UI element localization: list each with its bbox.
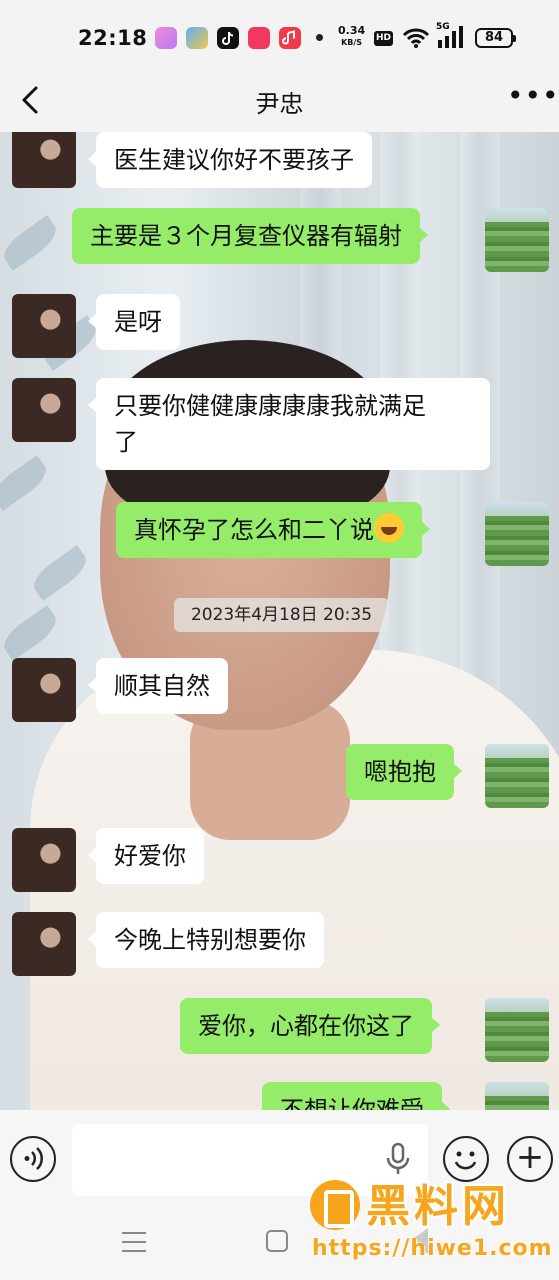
my-avatar[interactable] bbox=[485, 208, 549, 272]
contact-avatar[interactable] bbox=[12, 828, 76, 892]
chat-header: 尹忠 ••• bbox=[0, 70, 559, 132]
wifi-icon bbox=[402, 28, 430, 48]
message-bubble-outgoing[interactable]: 主要是３个月复查仪器有辐射 bbox=[72, 208, 428, 264]
watermark-name: 黑料网 bbox=[366, 1181, 510, 1232]
message-bubble-outgoing[interactable]: 不想让你难受 bbox=[262, 1082, 450, 1110]
laughing-crying-emoji-icon bbox=[374, 513, 404, 543]
watermark-logo bbox=[310, 1180, 360, 1230]
message-bubble-incoming[interactable]: 医生建议你好不要孩子 bbox=[88, 132, 372, 188]
message-bubble-incoming[interactable]: 今晚上特别想要你 bbox=[88, 912, 324, 968]
message-text: 真怀孕了怎么和二丫说 bbox=[134, 516, 374, 544]
message-bubble-incoming[interactable]: 只要你健健康康康康我就满足 了 bbox=[88, 378, 490, 470]
contact-avatar[interactable] bbox=[12, 294, 76, 358]
network-speed: 0.34 KB/S bbox=[338, 25, 365, 48]
message-bubble-outgoing[interactable]: 嗯抱抱 bbox=[346, 744, 462, 800]
message-text-line: 只要你健健康康康康我就满足 bbox=[114, 392, 426, 420]
voice-icon[interactable] bbox=[10, 1136, 56, 1182]
message-timestamp: 2023年4月18日 20:35 bbox=[174, 598, 389, 632]
message-bubble-incoming[interactable]: 是呀 bbox=[88, 294, 180, 350]
network-speed-value: 0.34 bbox=[338, 24, 366, 37]
message-bubble-incoming[interactable]: 顺其自然 bbox=[88, 658, 228, 714]
app-pink-icon bbox=[155, 27, 177, 49]
message-list[interactable]: 医生建议你好不要孩子 主要是３个月复查仪器有辐射 是呀 只要你健健康康康康我就满… bbox=[0, 132, 559, 1110]
more-options-button[interactable]: ••• bbox=[507, 82, 559, 112]
tiktok-icon bbox=[217, 27, 239, 49]
contact-avatar[interactable] bbox=[12, 378, 76, 442]
message-text-line: 了 bbox=[114, 428, 138, 456]
my-avatar[interactable] bbox=[485, 744, 549, 808]
plus-button[interactable]: + bbox=[507, 1136, 553, 1182]
hd-badge: HD bbox=[374, 31, 393, 46]
my-avatar[interactable] bbox=[485, 1082, 549, 1110]
app-red-icon bbox=[248, 27, 270, 49]
watermark-url: https://hiwe1.com bbox=[312, 1236, 553, 1261]
home-button[interactable] bbox=[266, 1230, 288, 1252]
recent-apps-button[interactable] bbox=[122, 1232, 146, 1252]
contact-avatar[interactable] bbox=[12, 132, 76, 188]
message-bubble-outgoing[interactable]: 爱你，心都在你这了 bbox=[180, 998, 440, 1054]
network-speed-unit: KB/S bbox=[341, 38, 363, 47]
my-avatar[interactable] bbox=[485, 998, 549, 1062]
signal-icon bbox=[438, 26, 463, 48]
contact-avatar[interactable] bbox=[12, 658, 76, 722]
contact-avatar[interactable] bbox=[12, 912, 76, 976]
notification-dot bbox=[316, 34, 323, 41]
message-bubble-incoming[interactable]: 好爱你 bbox=[88, 828, 204, 884]
status-bar: 22:18 0.34 KB/S HD 5G 84 bbox=[0, 0, 559, 70]
my-avatar[interactable] bbox=[485, 502, 549, 566]
weather-icon bbox=[186, 27, 208, 49]
status-time: 22:18 bbox=[78, 26, 148, 50]
chat-title: 尹忠 bbox=[255, 90, 304, 118]
message-bubble-outgoing[interactable]: 真怀孕了怎么和二丫说 bbox=[116, 502, 430, 558]
music-icon bbox=[279, 27, 301, 49]
battery-indicator: 84 bbox=[475, 28, 516, 48]
